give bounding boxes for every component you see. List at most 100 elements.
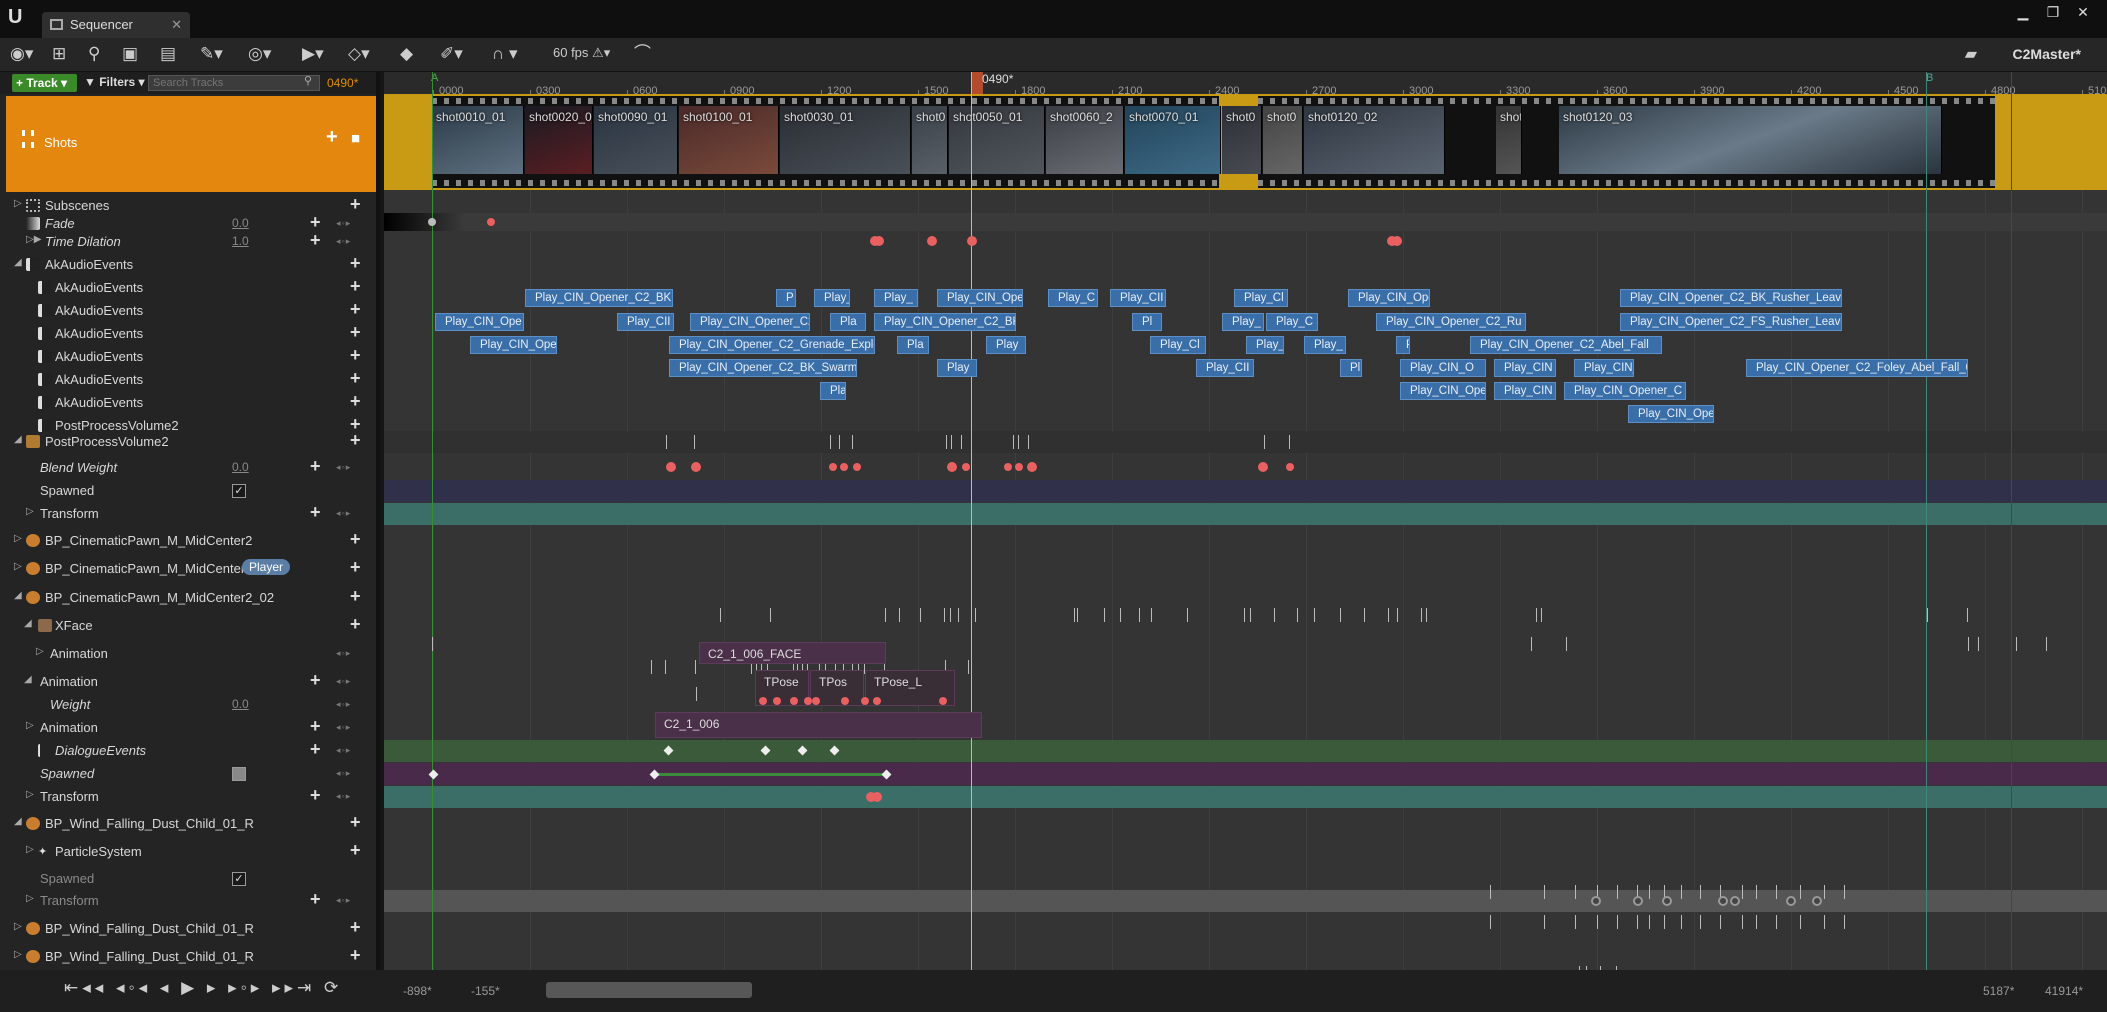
add-button[interactable]: + — [350, 557, 361, 578]
camera-icon[interactable]: ■ — [351, 130, 360, 147]
audio-event-section[interactable]: P — [776, 289, 796, 307]
time-ruler[interactable]: 0490* A B 0000 0300 0600 0900 1200 1500 1800 21… — [384, 72, 2107, 97]
track-row-transform[interactable]: ▷ Transform + ◂◦▸ — [0, 785, 376, 808]
edit-icon[interactable]: ✐▾ — [440, 43, 463, 65]
spawned-checkbox[interactable] — [232, 767, 246, 781]
keyframe[interactable] — [873, 697, 881, 705]
shot-section[interactable]: shot0120_02 — [1304, 106, 1445, 174]
track-value[interactable]: 0.0 — [232, 697, 249, 711]
track-row-transform[interactable]: ▷ Transform + ◂◦▸ — [0, 502, 376, 525]
add-button[interactable]: + — [350, 430, 361, 451]
track-row-akaudio-sub[interactable]: AkAudioEvents + — [0, 368, 376, 391]
snap-magnet-icon[interactable]: ∩ ▾ — [492, 43, 517, 65]
curve-editor-icon[interactable]: ⌒ — [634, 43, 651, 65]
add-button[interactable]: + — [350, 840, 361, 861]
audio-event-section[interactable]: Play_ — [1304, 336, 1346, 354]
shots-track-header[interactable]: Shots + ■ — [6, 96, 376, 192]
filters-button[interactable]: ▼ Filters ▾ — [84, 75, 145, 89]
fade-band[interactable] — [384, 213, 2107, 231]
audio-event-section[interactable]: Play_CIN_Opener_C2 — [690, 313, 810, 331]
key-icon[interactable]: ◇▾ — [348, 43, 370, 65]
close-window-button[interactable]: ✕ — [2073, 4, 2093, 21]
audio-event-section[interactable]: Play_CIN_Opener_C2_BK_Synco — [874, 313, 1016, 331]
add-button[interactable]: + — [350, 391, 361, 412]
shot-section[interactable]: shot0010_01 — [432, 106, 524, 174]
transform-band[interactable] — [384, 890, 2107, 912]
tools-icon[interactable]: ✎▾ — [200, 43, 223, 65]
key-navigation-icon[interactable]: ◂◦▸ — [336, 791, 351, 802]
shot-section[interactable]: shot0 — [1496, 106, 1522, 174]
keyframe[interactable] — [1392, 236, 1402, 246]
expand-arrow-icon[interactable]: ▷▶ — [26, 234, 41, 245]
keyframe[interactable] — [1591, 896, 1601, 906]
collapse-arrow-icon[interactable]: ◢ — [24, 618, 32, 629]
key-navigation-icon[interactable]: ◂◦▸ — [336, 768, 351, 779]
add-button[interactable]: + — [350, 322, 361, 343]
audio-event-section[interactable]: Play — [986, 336, 1026, 354]
expand-arrow-icon[interactable]: ▷ — [26, 789, 34, 800]
expand-arrow-icon[interactable]: ▷ — [26, 844, 34, 855]
track-row-pawn-player[interactable]: ▷ BP_CinematicPawn_M_MidCenter2 Player + — [0, 557, 376, 580]
audio-event-section[interactable]: Play_CIN — [1494, 359, 1556, 377]
audio-event-section[interactable]: Play_CIN_Opener_C2_BK_Swarm_Bo — [669, 359, 857, 377]
keyframe[interactable] — [1812, 896, 1822, 906]
key-navigation-icon[interactable]: ◂◦▸ — [336, 236, 351, 247]
add-button[interactable]: + — [350, 586, 361, 607]
audio-event-section[interactable]: Play_CIN — [1494, 382, 1556, 400]
track-row-transform[interactable]: ▷ Transform + ◂◦▸ — [0, 889, 376, 912]
keyframe[interactable] — [1258, 462, 1268, 472]
add-button[interactable]: + — [350, 812, 361, 833]
add-button[interactable]: + — [350, 945, 361, 966]
expand-arrow-icon[interactable]: ▷ — [14, 561, 22, 572]
collapse-arrow-icon[interactable]: ◢ — [14, 257, 22, 268]
audio-event-section[interactable]: Play_CII — [1110, 289, 1166, 307]
keyframe[interactable] — [1786, 896, 1796, 906]
audio-event-section[interactable]: Play_CII — [1196, 359, 1254, 377]
audio-event-section[interactable]: Play_CIN_Opener_C2_Abel_Fall — [1470, 336, 1662, 354]
add-button[interactable]: + — [350, 614, 361, 635]
key-navigation-icon[interactable]: ◂◦▸ — [336, 218, 351, 229]
audio-event-section[interactable]: Play_CIN_Opener_C2_Ru — [1376, 313, 1526, 331]
audio-event-section[interactable]: Play_C — [1266, 313, 1318, 331]
track-row-akaudio-sub[interactable]: AkAudioEvents + — [0, 299, 376, 322]
add-key-button[interactable]: + — [310, 889, 321, 910]
keyframe[interactable] — [428, 218, 436, 226]
animation-section-main[interactable]: C2_1_006 — [655, 712, 982, 738]
keyframe[interactable] — [666, 462, 676, 472]
collapse-arrow-icon[interactable]: ◢ — [14, 590, 22, 601]
keyframe[interactable] — [1015, 463, 1023, 471]
audio-event-section[interactable]: Play — [937, 359, 977, 377]
audio-event-section[interactable]: Play_CIN_Opener_C2_Grenade_Explo — [669, 336, 875, 354]
shot-section[interactable]: shot0100_01 — [679, 106, 779, 174]
shot-section[interactable]: shot0090_01 — [594, 106, 678, 174]
audio-event-section[interactable]: Play_CIN_Opener_C2_Foley_Abel_Fall_04 — [1746, 359, 1968, 377]
track-row-wind-dust[interactable]: ▷ BP_Wind_Falling_Dust_Child_01_R + — [0, 945, 376, 968]
audio-event-section[interactable]: Pla — [820, 382, 846, 400]
track-row-animation[interactable]: ▷ Animation ◂◦▸ — [0, 643, 376, 665]
audio-event-section[interactable]: Play_CII — [617, 313, 674, 331]
add-button[interactable]: + — [350, 194, 361, 215]
key-navigation-icon[interactable]: ◂◦▸ — [336, 895, 351, 906]
current-frame[interactable]: 0490* — [327, 76, 358, 90]
collapse-arrow-icon[interactable]: ◢ — [24, 674, 32, 685]
render-movie-icon[interactable]: ▤ — [160, 43, 176, 65]
key-navigation-icon[interactable]: ◂◦▸ — [336, 722, 351, 733]
track-row-spawned[interactable]: Spawned ✓ — [0, 868, 376, 890]
add-button[interactable]: + — [350, 917, 361, 938]
track-row-pawn[interactable]: ▷ BP_CinematicPawn_M_MidCenter2 + — [0, 529, 376, 552]
add-actor-icon[interactable]: ⊞ — [52, 43, 66, 65]
keyframe[interactable] — [939, 697, 947, 705]
track-row-pawn-02[interactable]: ◢ BP_CinematicPawn_M_MidCenter2_02 + — [0, 586, 376, 609]
spawned-checkbox[interactable]: ✓ — [232, 484, 246, 498]
eye-icon[interactable]: ◎▾ — [248, 43, 271, 65]
audio-event-section[interactable]: Play_C — [814, 289, 850, 307]
track-row-weight[interactable]: Weight 0.0 ◂◦▸ — [0, 694, 376, 716]
collapse-arrow-icon[interactable]: ◢ — [14, 816, 22, 827]
spawned-checkbox[interactable]: ✓ — [232, 872, 246, 886]
auto-key-icon[interactable]: ◆ — [400, 43, 413, 65]
view-range-end[interactable]: -155* — [471, 984, 500, 998]
keyframe[interactable] — [1718, 896, 1728, 906]
audio-event-section[interactable]: Play_CIN_O — [1400, 359, 1486, 377]
audio-event-section[interactable]: Play_ — [1246, 336, 1284, 354]
audio-event-section[interactable]: Play_Cl — [1150, 336, 1206, 354]
